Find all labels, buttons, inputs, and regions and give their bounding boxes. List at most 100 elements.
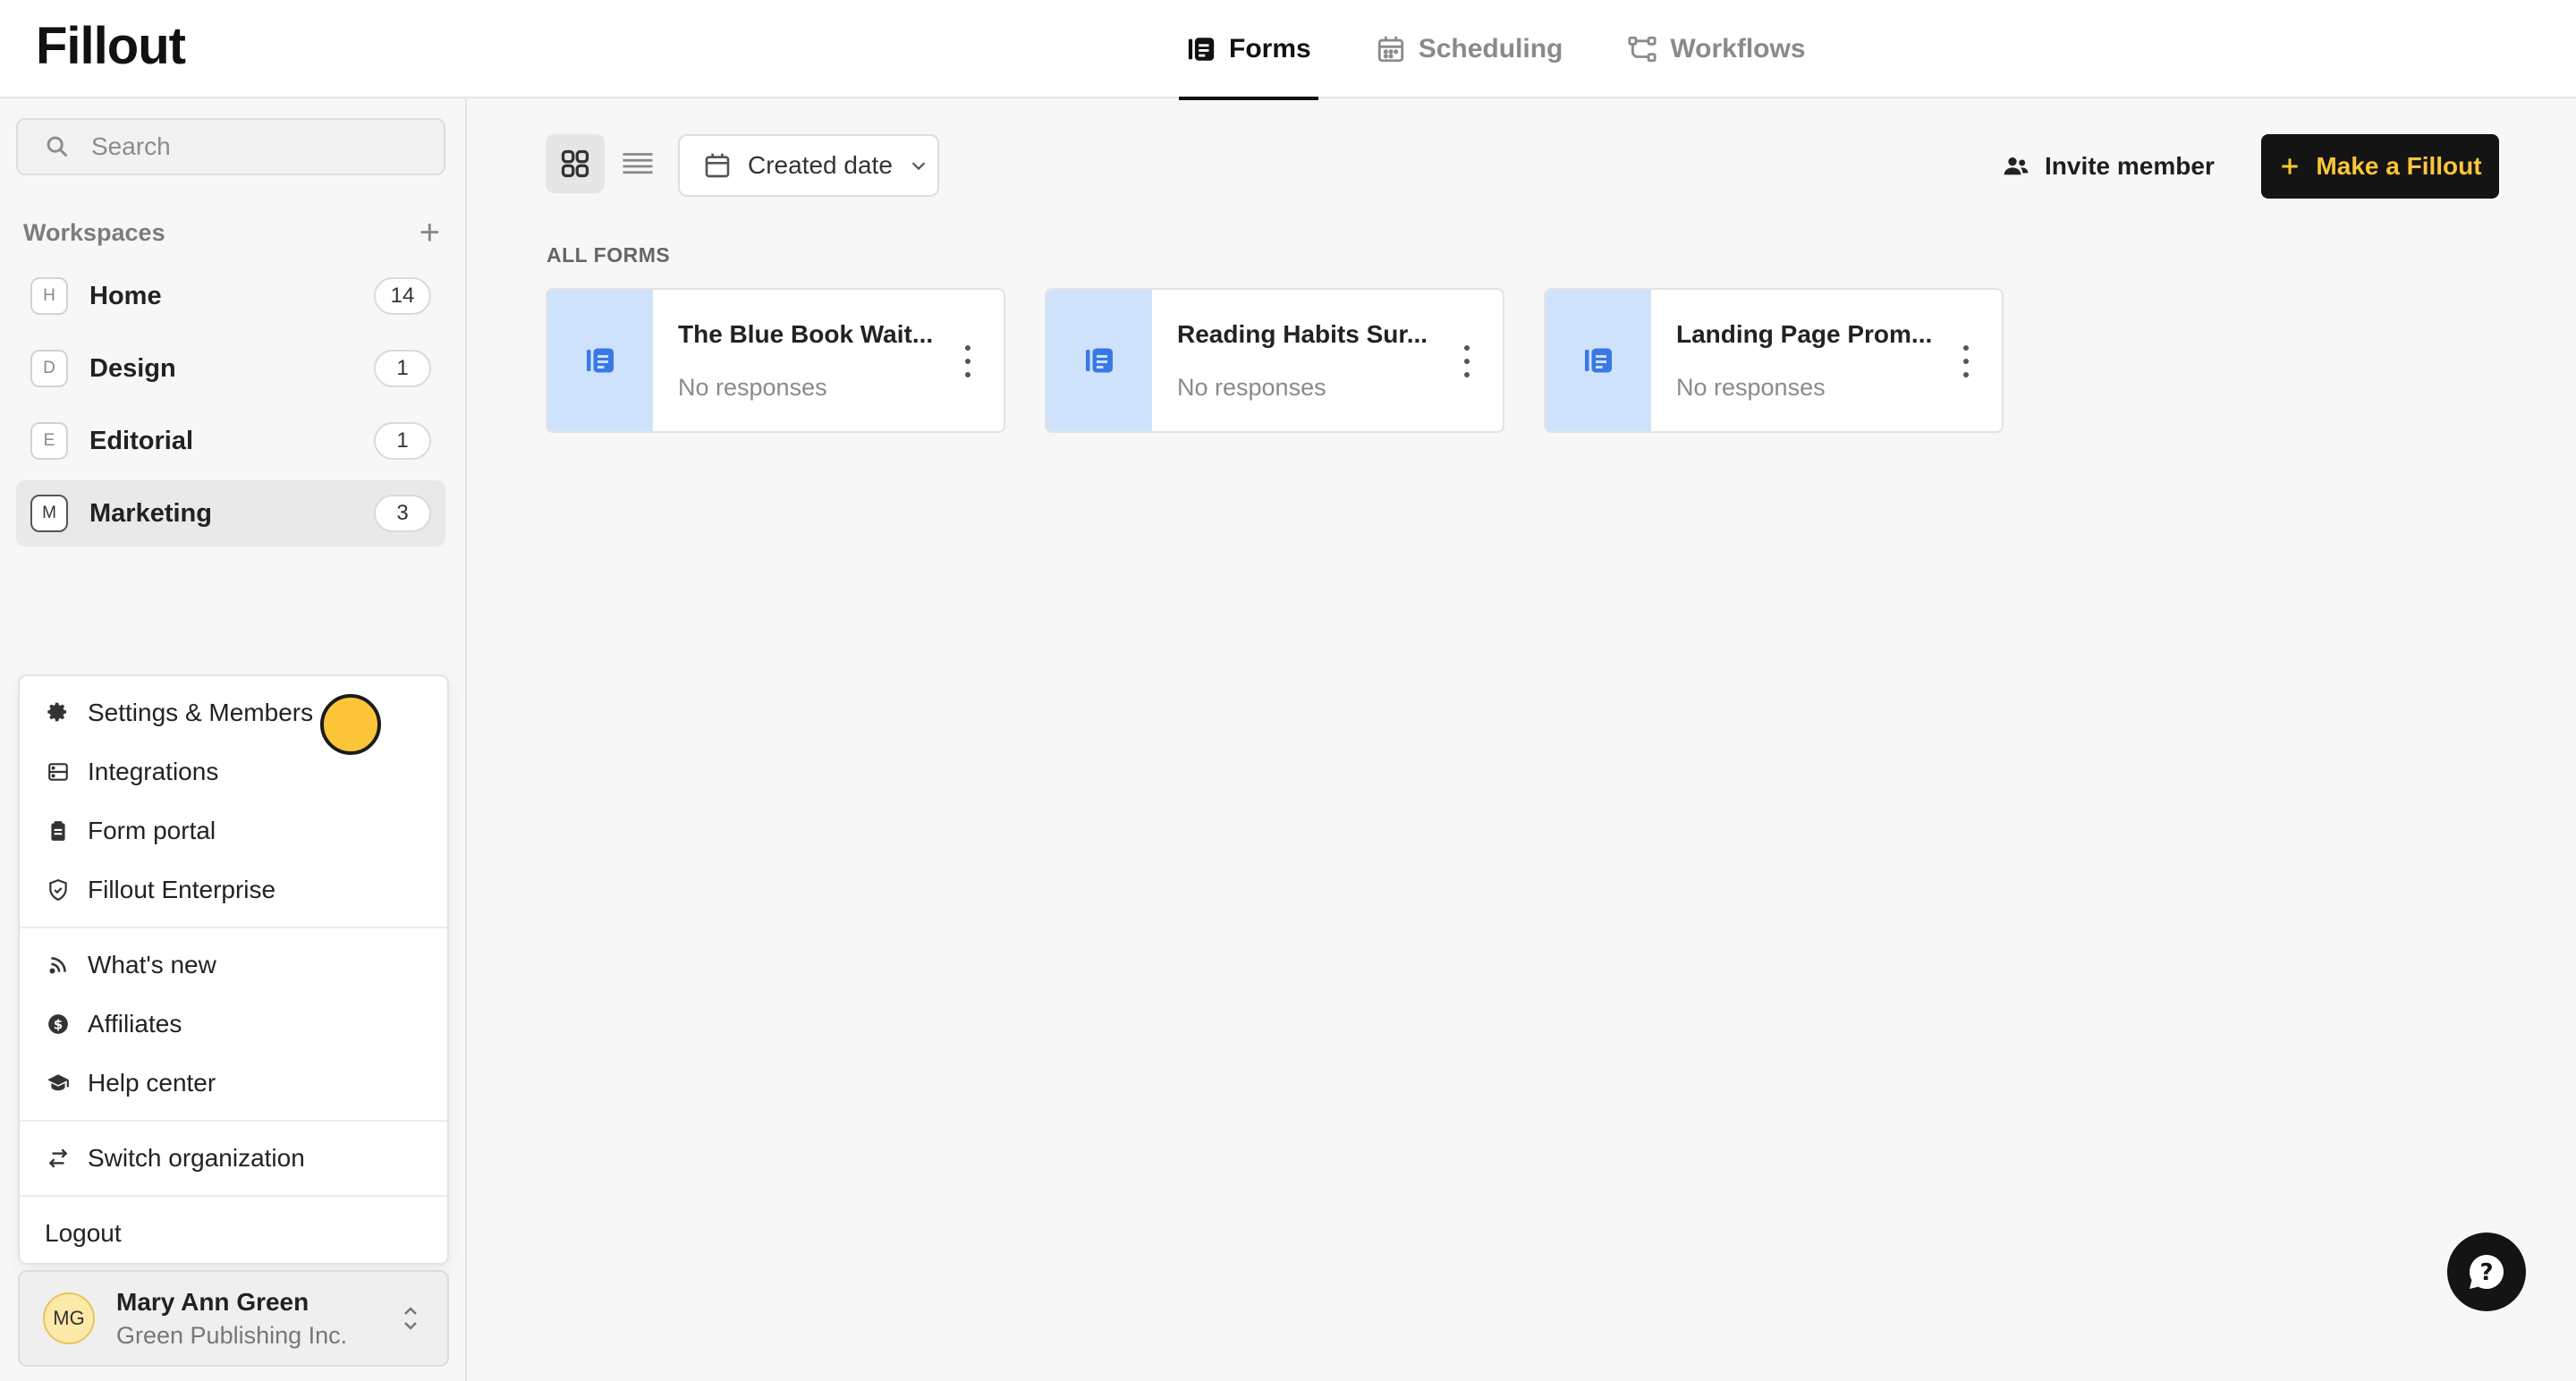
form-card[interactable]: The Blue Book Wait... No responses [546,288,1005,433]
clipboard-icon [51,821,65,841]
all-forms-heading: ALL FORMS [547,243,671,267]
more-options-icon[interactable] [1458,345,1476,377]
workspace-letter: M [30,495,68,532]
search-box[interactable] [16,118,445,175]
menu-group-settings: Settings & Members Integrations Form por… [20,676,447,928]
cursor-indicator [320,694,381,755]
integrations-icon [48,763,68,781]
form-thumbnail [1046,290,1152,431]
fillout-logo[interactable]: Fillout [36,16,186,76]
forms-grid: The Blue Book Wait... No responses Readi… [546,288,2004,433]
tab-forms[interactable]: Forms [1179,0,1318,100]
make-a-fillout-label: Make a Fillout [2316,152,2482,180]
tab-forms-label: Forms [1229,34,1311,64]
menu-item-whats-new[interactable]: What's new [20,936,447,995]
workspace-count: 3 [374,495,431,532]
sidebar-item-design[interactable]: D Design 1 [16,335,445,402]
workspace-letter: E [30,422,68,460]
rss-icon [49,957,66,974]
view-toggle [546,134,667,193]
search-input[interactable] [91,132,431,161]
sort-dropdown[interactable]: Created date [678,134,939,197]
workspaces-title: Workspaces [23,218,165,246]
svg-text:$: $ [54,1016,64,1032]
menu-item-label: Switch organization [88,1144,305,1172]
menu-item-label: Logout [45,1219,122,1247]
list-view-button[interactable] [608,134,667,193]
main-nav: Forms Scheduling Workflows [1179,0,1863,100]
menu-item-fillout-enterprise[interactable]: Fillout Enterprise [20,860,447,919]
form-card-body: The Blue Book Wait... No responses [653,290,1004,431]
switch-icon [48,1148,68,1168]
search-icon [47,136,68,157]
menu-item-integrations[interactable]: Integrations [20,742,447,801]
form-thumbnail [1546,290,1651,431]
form-icon [1585,348,1612,373]
menu-item-label: Fillout Enterprise [88,876,276,903]
more-options-icon[interactable] [1957,345,1975,377]
menu-group-org: Switch organization [20,1122,447,1197]
workspace-list: H Home 14 D Design 1 E Editorial 1 M Mar… [16,263,445,553]
sidebar-item-home[interactable]: H Home 14 [16,263,445,329]
menu-item-switch-organization[interactable]: Switch organization [20,1129,447,1188]
graduation-cap-icon [47,1074,69,1091]
form-card-body: Landing Page Prom... No responses [1651,290,2002,431]
form-card-body: Reading Habits Sur... No responses [1152,290,1503,431]
menu-item-label: Affiliates [88,1010,182,1038]
help-chat-icon: ? [2470,1255,2504,1289]
menu-item-logout[interactable]: Logout [20,1204,447,1263]
workspaces-header: Workspaces + [23,215,440,250]
workspace-letter: H [30,277,68,315]
add-workspace-icon[interactable]: + [419,215,440,250]
menu-item-label: Help center [88,1069,216,1097]
chevron-down-icon [911,162,926,171]
user-account-switcher[interactable]: MG Mary Ann Green Green Publishing Inc. [18,1270,449,1367]
menu-item-label: Settings & Members [88,699,314,726]
users-icon [2004,157,2029,175]
workspace-letter: D [30,350,68,387]
workspace-name: Design [89,353,176,383]
menu-item-label: What's new [88,951,216,979]
avatar: MG [43,1292,95,1344]
menu-group-logout: Logout [20,1197,447,1270]
menu-item-settings-members[interactable]: Settings & Members [20,683,447,742]
more-options-icon[interactable] [959,345,977,377]
svg-text:?: ? [2479,1259,2493,1286]
workspace-name: Editorial [89,426,194,455]
calendar-icon [1377,36,1403,63]
sidebar-item-editorial[interactable]: E Editorial 1 [16,408,445,474]
form-icon [1188,38,1215,61]
tab-workflows[interactable]: Workflows [1620,0,1812,98]
tab-scheduling[interactable]: Scheduling [1368,0,1571,98]
form-icon [1086,348,1113,373]
invite-member-button[interactable]: Invite member [2002,147,2215,186]
tab-workflows-label: Workflows [1670,34,1806,64]
help-chat-button[interactable]: ? [2447,1233,2526,1311]
form-response-count: No responses [1676,374,1826,401]
workspace-name: Marketing [89,498,212,528]
gear-icon [47,702,67,722]
chevron-up-down-icon [404,1307,417,1330]
workspace-count: 1 [374,350,431,387]
dollar-icon: $ [48,1014,68,1034]
grid-view-button[interactable] [546,134,605,193]
account-menu: Settings & Members Integrations Form por… [18,674,449,1265]
plus-icon [2282,158,2299,174]
form-card[interactable]: Reading Habits Sur... No responses [1045,288,1504,433]
user-info: Mary Ann Green Green Publishing Inc. [116,1288,401,1350]
sort-label: Created date [748,151,893,179]
menu-item-form-portal[interactable]: Form portal [20,801,447,860]
workspace-count: 1 [374,422,431,460]
shield-icon [49,879,67,902]
form-thumbnail [547,290,653,431]
form-response-count: No responses [1177,374,1326,401]
menu-item-affiliates[interactable]: $ Affiliates [20,995,447,1054]
sidebar-item-marketing[interactable]: M Marketing 3 [16,480,445,546]
form-title: The Blue Book Wait... [678,320,934,348]
make-a-fillout-button[interactable]: Make a Fillout [2261,134,2499,199]
menu-item-label: Form portal [88,817,216,844]
form-card[interactable]: Landing Page Prom... No responses [1544,288,2004,433]
user-organization: Green Publishing Inc. [116,1321,348,1349]
form-response-count: No responses [678,374,827,401]
menu-item-help-center[interactable]: Help center [20,1054,447,1113]
